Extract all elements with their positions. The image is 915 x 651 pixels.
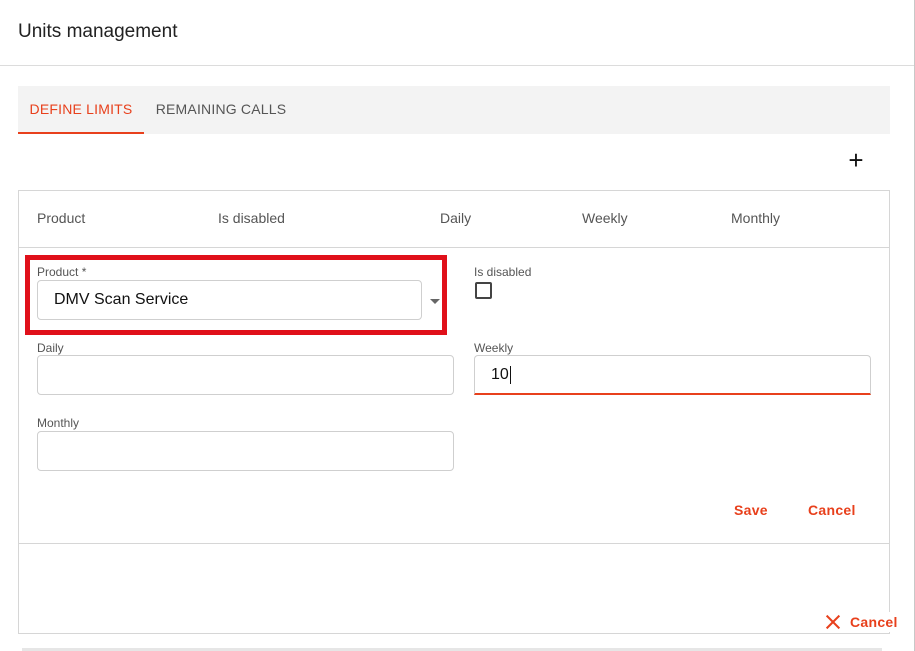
- tab-remaining-calls-label: REMAINING CALLS: [155, 101, 287, 117]
- monthly-label: Monthly: [37, 416, 80, 430]
- weekly-input[interactable]: 10: [474, 355, 871, 395]
- header-is-disabled: Is disabled: [218, 210, 285, 226]
- dialog-title: Units management: [18, 21, 178, 42]
- text-cursor: [509, 365, 511, 384]
- dialog-cancel-button[interactable]: Cancel: [824, 612, 898, 632]
- tab-remaining-calls[interactable]: REMAINING CALLS: [148, 86, 294, 134]
- is-disabled-checkbox[interactable]: [475, 282, 492, 299]
- tab-bar: DEFINE LIMITS REMAINING CALLS: [18, 86, 890, 134]
- units-management-dialog: Units management DEFINE LIMITS REMAINING…: [0, 0, 915, 651]
- daily-input[interactable]: [37, 355, 454, 395]
- header-monthly: Monthly: [731, 210, 781, 226]
- row-cancel-button[interactable]: Cancel: [808, 502, 856, 518]
- weekly-label: Weekly: [474, 341, 514, 355]
- dialog-header: Units management: [0, 0, 914, 66]
- product-highlight-box: [25, 255, 447, 335]
- table-header: Product Is disabled Daily Weekly Monthly: [19, 191, 889, 248]
- is-disabled-label: Is disabled: [474, 265, 532, 279]
- daily-label: Daily: [37, 341, 64, 355]
- active-tab-indicator: [18, 132, 144, 134]
- tab-define-limits[interactable]: DEFINE LIMITS: [18, 86, 144, 134]
- tab-define-limits-label: DEFINE LIMITS: [29, 101, 133, 117]
- weekly-input-value: 10: [491, 366, 509, 383]
- header-daily: Daily: [440, 210, 472, 226]
- edit-row: Product * DMV Scan Service Is disabled D…: [19, 249, 889, 544]
- add-limit-button[interactable]: +: [843, 147, 869, 174]
- save-button[interactable]: Save: [734, 502, 768, 518]
- limits-table: Product Is disabled Daily Weekly Monthly…: [18, 190, 890, 634]
- header-weekly: Weekly: [582, 210, 628, 226]
- dialog-cancel-label: Cancel: [850, 614, 898, 630]
- monthly-input[interactable]: [37, 431, 454, 471]
- header-product: Product: [37, 210, 86, 226]
- close-icon: [824, 613, 842, 631]
